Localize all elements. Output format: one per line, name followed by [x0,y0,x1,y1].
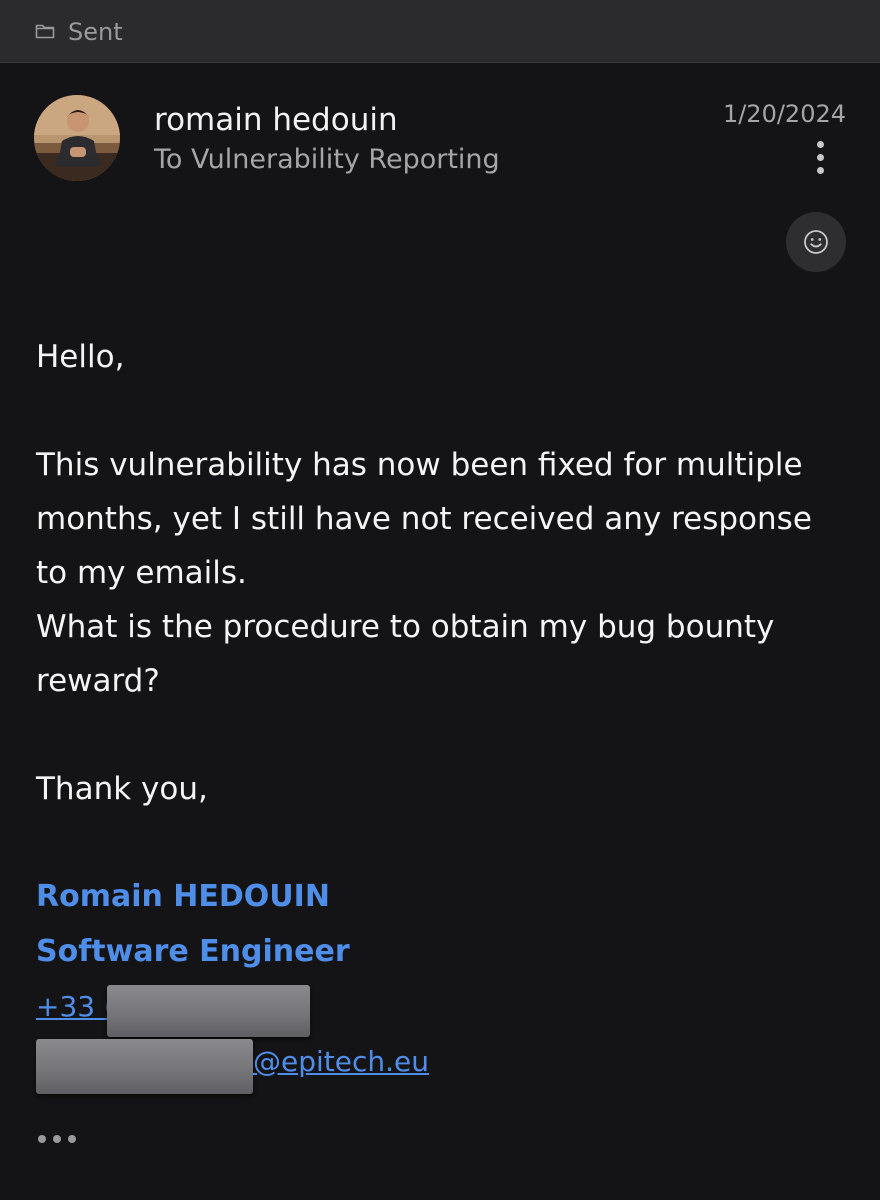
more-horizontal-icon[interactable] [38,1130,82,1150]
email-redaction [36,1039,253,1094]
folder-icon [35,24,55,39]
sender-name[interactable]: romain hedouin [154,100,398,140]
signature-name: Romain HEDOUIN [36,879,330,914]
signature-email-link[interactable]: @epitech.eu [253,1040,429,1084]
phone-redaction [107,985,310,1037]
reaction-button[interactable] [786,212,846,272]
avatar-photo [34,95,120,181]
greeting-text: Hello, [36,339,125,375]
body-paragraph: This vulnerability has now been fixed fo… [36,438,836,708]
message-date: 1/20/2024 [722,100,846,128]
body-line-1: This vulnerability has now been fixed fo… [36,447,812,591]
signature-phone-link[interactable]: +33 ( [36,985,115,1029]
folder-label: Sent [68,18,123,46]
signature-title: Software Engineer [36,934,350,969]
more-vertical-icon[interactable] [810,138,830,178]
folder-header-bar: Sent [0,0,880,63]
body-line-2: What is the procedure to obtain my bug b… [36,609,775,699]
recipient-line: To Vulnerability Reporting [154,144,500,175]
sender-avatar[interactable] [34,95,120,181]
smiley-icon [804,230,828,254]
closing-text: Thank you, [36,771,208,807]
